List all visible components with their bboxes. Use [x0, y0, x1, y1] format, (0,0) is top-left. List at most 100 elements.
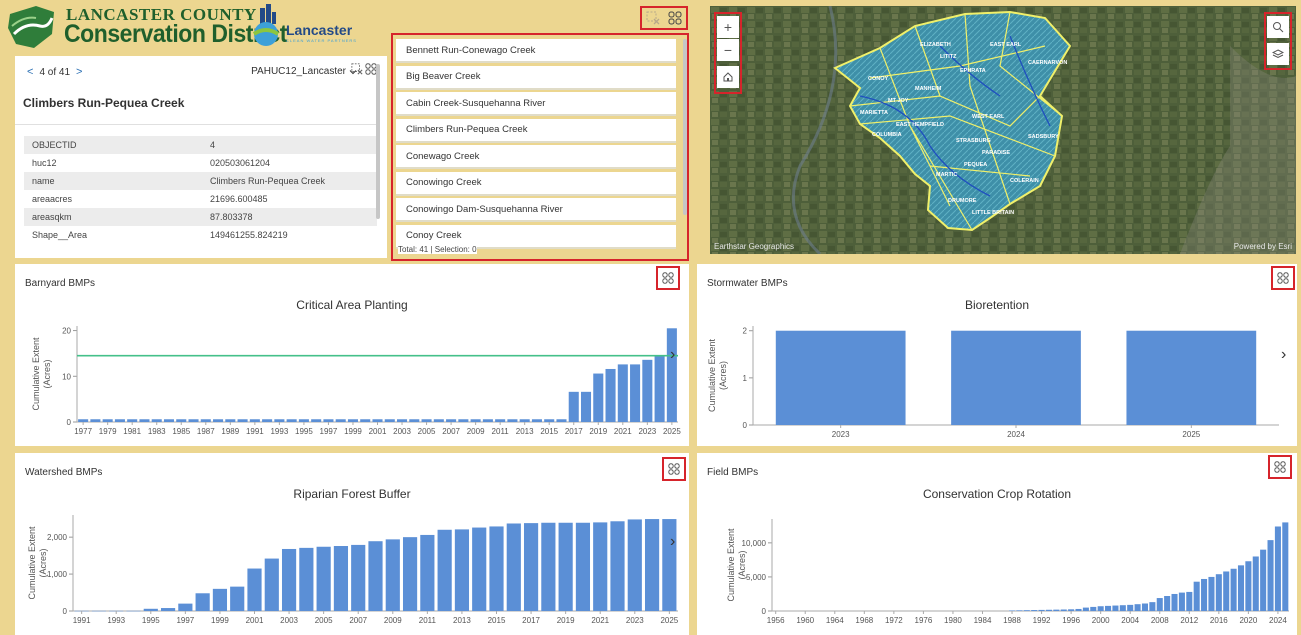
list-item[interactable]: Climbers Run-Pequea Creek	[396, 118, 676, 143]
bar[interactable]	[127, 419, 138, 422]
bar[interactable]	[489, 526, 504, 611]
bar[interactable]	[281, 548, 297, 611]
bar[interactable]	[1274, 526, 1281, 611]
bar[interactable]	[1097, 606, 1104, 611]
list-scrollbar[interactable]	[683, 39, 687, 215]
bar[interactable]	[143, 608, 158, 611]
clear-selection-icon[interactable]	[351, 63, 363, 75]
bar[interactable]	[372, 419, 383, 422]
next-feature-button[interactable]: >	[76, 66, 82, 78]
bar[interactable]	[458, 419, 469, 422]
bar[interactable]	[605, 368, 616, 422]
zoom-in-button[interactable]: +	[717, 16, 739, 38]
list-item[interactable]: Cabin Creek-Susquehanna River	[396, 92, 676, 116]
bar[interactable]	[1134, 604, 1141, 611]
bar[interactable]	[446, 419, 457, 422]
bar[interactable]	[323, 419, 334, 422]
bar[interactable]	[333, 546, 349, 611]
bar[interactable]	[523, 523, 539, 611]
bar[interactable]	[264, 558, 279, 611]
bar[interactable]	[230, 586, 245, 611]
bar[interactable]	[642, 359, 653, 422]
bar[interactable]	[558, 522, 573, 611]
list-item[interactable]: Conewago Creek	[396, 145, 676, 169]
bar[interactable]	[1112, 605, 1119, 611]
bar[interactable]	[1267, 540, 1274, 611]
bar[interactable]	[1038, 609, 1045, 611]
home-button[interactable]	[717, 66, 739, 88]
bar[interactable]	[1082, 607, 1089, 611]
bar[interactable]	[1245, 561, 1252, 611]
bar[interactable]	[139, 419, 150, 422]
bar[interactable]	[90, 419, 101, 422]
bar[interactable]	[385, 539, 400, 611]
bar[interactable]	[195, 593, 210, 611]
bar[interactable]	[1127, 604, 1134, 611]
bar[interactable]	[1186, 591, 1193, 611]
bar[interactable]	[237, 419, 248, 422]
bar[interactable]	[630, 364, 641, 422]
bar[interactable]	[1053, 609, 1060, 611]
bar[interactable]	[1237, 565, 1245, 611]
map-view[interactable]: MT JOY EAST HEMPFIELD MANHEIM EPHRATA EAST E…	[710, 6, 1296, 254]
bar[interactable]	[1126, 330, 1257, 425]
bar[interactable]	[1009, 610, 1016, 611]
bar[interactable]	[1230, 568, 1237, 611]
bar[interactable]	[311, 419, 322, 422]
bar[interactable]	[1016, 610, 1023, 611]
bar[interactable]	[580, 391, 592, 422]
bar[interactable]	[274, 419, 285, 422]
bar[interactable]	[568, 391, 579, 422]
bar[interactable]	[151, 419, 162, 422]
more-actions-button[interactable]	[665, 8, 685, 28]
bar[interactable]	[421, 419, 432, 422]
bar[interactable]	[541, 522, 556, 611]
bar[interactable]	[1193, 581, 1200, 611]
chevron-right-icon[interactable]: ›	[670, 533, 675, 551]
bar[interactable]	[249, 419, 260, 422]
bar[interactable]	[384, 419, 395, 422]
bar[interactable]	[627, 519, 642, 611]
bar[interactable]	[1282, 522, 1289, 611]
chevron-right-icon[interactable]: ›	[670, 346, 675, 364]
bar[interactable]	[176, 419, 187, 422]
bar[interactable]	[610, 521, 625, 611]
bar[interactable]	[78, 419, 89, 422]
bar[interactable]	[163, 419, 175, 422]
bar[interactable]	[454, 529, 470, 611]
bar[interactable]	[1201, 578, 1208, 611]
bar[interactable]	[644, 519, 660, 611]
layer-selector[interactable]: PAHUC12_Lancaster	[251, 66, 357, 77]
bar[interactable]	[495, 419, 506, 422]
bar[interactable]	[519, 419, 530, 422]
bar[interactable]	[951, 330, 1081, 425]
bar[interactable]	[1060, 609, 1067, 611]
bar[interactable]	[617, 364, 628, 422]
bar[interactable]	[409, 419, 420, 422]
bar[interactable]	[178, 603, 193, 611]
bar[interactable]	[1105, 605, 1112, 611]
bar[interactable]	[213, 419, 224, 422]
bar[interactable]	[472, 527, 487, 611]
bar[interactable]	[160, 608, 176, 611]
bar[interactable]	[102, 419, 113, 422]
bar[interactable]	[575, 522, 591, 611]
bar[interactable]	[1164, 596, 1171, 611]
bar[interactable]	[1215, 574, 1222, 611]
bar[interactable]	[368, 541, 383, 611]
bar[interactable]	[225, 419, 236, 422]
bar[interactable]	[1171, 593, 1178, 611]
bar[interactable]	[335, 419, 346, 422]
bar[interactable]	[775, 330, 906, 425]
bar[interactable]	[1156, 598, 1163, 611]
bar[interactable]	[1141, 603, 1149, 611]
bar[interactable]	[114, 419, 125, 422]
bar[interactable]	[1023, 610, 1030, 611]
bar[interactable]	[1090, 606, 1097, 611]
bar[interactable]	[531, 419, 542, 422]
bar[interactable]	[1075, 608, 1082, 611]
bar[interactable]	[654, 355, 665, 422]
bar[interactable]	[1119, 605, 1126, 611]
bar[interactable]	[262, 419, 273, 422]
bar[interactable]	[299, 547, 314, 611]
